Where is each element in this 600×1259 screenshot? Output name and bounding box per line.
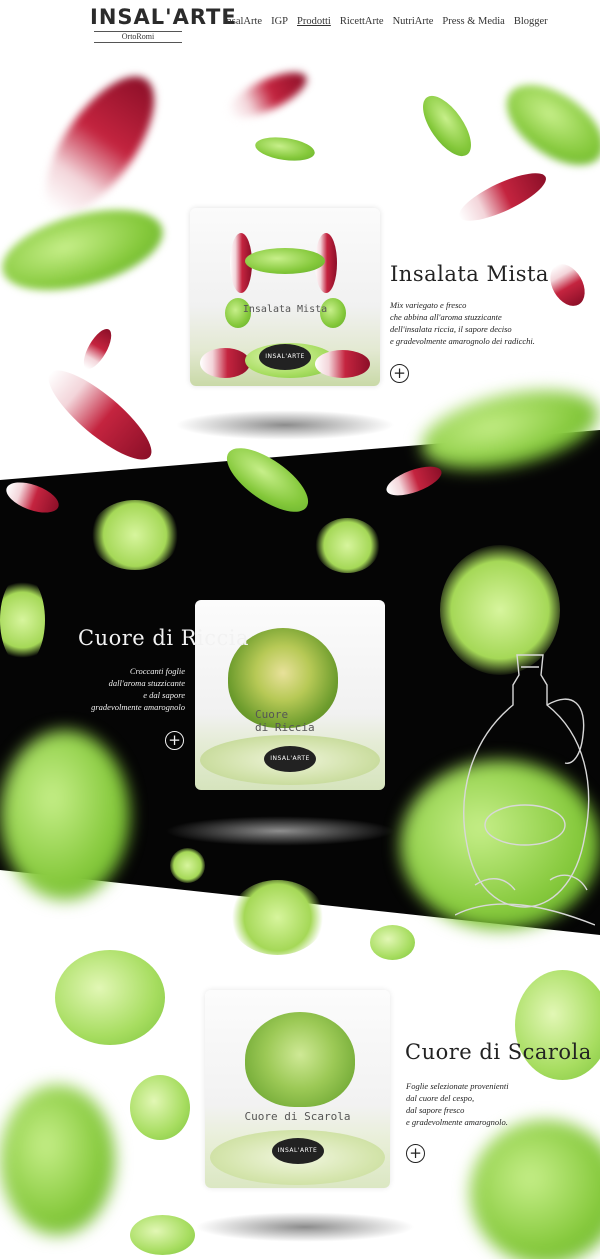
lettuce-leaf-image xyxy=(245,248,325,274)
lettuce-leaf-decoration xyxy=(0,194,172,306)
frisee-leaf-decoration xyxy=(90,500,180,570)
bag-label: Cuore di Riccia xyxy=(255,708,315,734)
olive-oil-jar-sketch xyxy=(455,654,595,926)
brand-badge: INSAL'ARTE xyxy=(271,1138,324,1164)
nav-item-insalarte[interactable]: InsalArte xyxy=(223,16,262,27)
product-description: Mix variegato e fresco che abbina all'ar… xyxy=(390,300,535,346)
nav-item-blogger[interactable]: Blogger xyxy=(514,16,548,27)
lettuce-leaf-decoration xyxy=(130,1215,195,1255)
product-bag-insalata-mista[interactable]: Insalata Mista INSAL'ARTE xyxy=(190,208,380,386)
frisee-leaf-decoration xyxy=(0,575,45,665)
frisee-leaf-decoration xyxy=(315,518,380,573)
lettuce-leaf-decoration xyxy=(0,730,130,900)
lettuce-leaf-decoration xyxy=(130,1075,190,1140)
nav-item-prodotti[interactable]: Prodotti xyxy=(297,16,331,27)
lettuce-leaf-decoration xyxy=(0,1085,115,1235)
main-nav: InsalArte IGP Prodotti RicettArte NutriA… xyxy=(223,16,548,27)
product-shadow xyxy=(195,1212,415,1242)
bag-label: Insalata Mista xyxy=(242,304,328,315)
radicchio-leaf-decoration xyxy=(25,59,175,231)
product-description: Croccanti foglie dall'aroma stuzzicante … xyxy=(91,666,185,712)
lettuce-leaf-decoration xyxy=(253,133,317,165)
frisee-leaf-decoration xyxy=(170,848,205,883)
plus-circle-icon[interactable]: + xyxy=(406,1144,425,1163)
bag-label: Cuore di Scarola xyxy=(244,1110,351,1123)
product-title: Insalata Mista xyxy=(390,262,549,286)
radicchio-leaf-image xyxy=(315,350,370,378)
lettuce-leaf-decoration xyxy=(413,88,481,164)
lettuce-leaf-decoration xyxy=(55,950,165,1045)
nav-item-press-media[interactable]: Press & Media xyxy=(442,16,504,27)
product-shadow xyxy=(165,816,395,846)
product-title: Cuore di Scarola xyxy=(405,1040,592,1064)
plus-circle-icon[interactable]: + xyxy=(165,731,184,750)
radicchio-leaf-decoration xyxy=(37,357,163,473)
radicchio-leaf-image xyxy=(200,348,250,378)
product-title: Cuore di Riccia xyxy=(78,626,249,650)
frisee-leaf-decoration xyxy=(230,880,325,955)
nav-item-igp[interactable]: IGP xyxy=(271,16,288,27)
nav-item-nutriarte[interactable]: NutriArte xyxy=(393,16,434,27)
lettuce-leaf-decoration xyxy=(370,925,415,960)
escarole-heart-image xyxy=(245,1012,355,1107)
nav-item-ricettarte[interactable]: RicettArte xyxy=(340,16,384,27)
site-header: INSAL'ARTE OrtoRomi InsalArte IGP Prodot… xyxy=(0,0,600,48)
lettuce-leaf-decoration xyxy=(492,68,600,182)
radicchio-leaf-decoration xyxy=(453,164,552,230)
radicchio-leaf-decoration xyxy=(78,325,117,373)
brand-badge: INSAL'ARTE xyxy=(259,344,311,370)
logo-wordmark: INSAL'ARTE xyxy=(90,5,237,29)
brand-badge: INSAL'ARTE xyxy=(264,746,316,772)
product-shadow xyxy=(175,410,395,440)
plus-circle-icon[interactable]: + xyxy=(390,364,409,383)
product-description: Foglie selezionate provenienti dal cuore… xyxy=(406,1081,509,1127)
logo-subbrand: OrtoRomi xyxy=(94,31,182,43)
logo[interactable]: INSAL'ARTE OrtoRomi xyxy=(90,5,237,43)
product-bag-cuore-di-scarola[interactable]: Cuore di Scarola INSAL'ARTE xyxy=(205,990,390,1188)
radicchio-leaf-decoration xyxy=(222,63,313,127)
radicchio-leaf-decoration xyxy=(543,258,592,312)
lettuce-leaf-decoration xyxy=(470,1120,600,1259)
